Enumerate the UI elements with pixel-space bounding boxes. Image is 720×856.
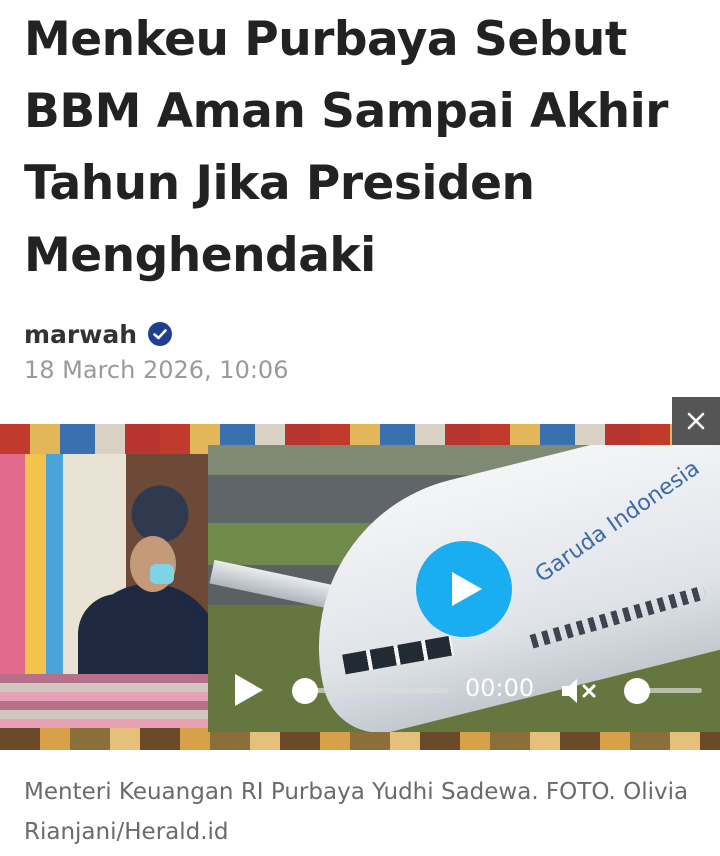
- video-controls: 00:00: [208, 662, 720, 718]
- photo-face-mask: [150, 564, 174, 584]
- article-headline: Menkeu Purbaya Sebut BBM Aman Sampai Akh…: [24, 12, 668, 283]
- close-video-button[interactable]: [672, 397, 720, 445]
- progress-thumb[interactable]: [292, 678, 318, 704]
- publish-date: 18 March 2026, 10:06: [24, 356, 289, 384]
- video-big-play-button[interactable]: [416, 541, 512, 637]
- progress-bar[interactable]: [300, 688, 448, 693]
- verified-check-icon: [148, 322, 173, 346]
- volume-muted-icon[interactable]: [560, 676, 600, 706]
- volume-thumb[interactable]: [624, 678, 650, 704]
- time-display: 00:00: [465, 674, 535, 702]
- photo-caption: Menteri Keuangan RI Purbaya Yudhi Sadewa…: [24, 779, 689, 845]
- author-name[interactable]: marwah: [24, 320, 137, 349]
- author-row: marwah: [24, 316, 173, 352]
- play-icon: [452, 572, 482, 606]
- photo-cloth-stack: [0, 674, 210, 728]
- close-icon: [687, 412, 705, 430]
- control-play-icon[interactable]: [232, 672, 266, 708]
